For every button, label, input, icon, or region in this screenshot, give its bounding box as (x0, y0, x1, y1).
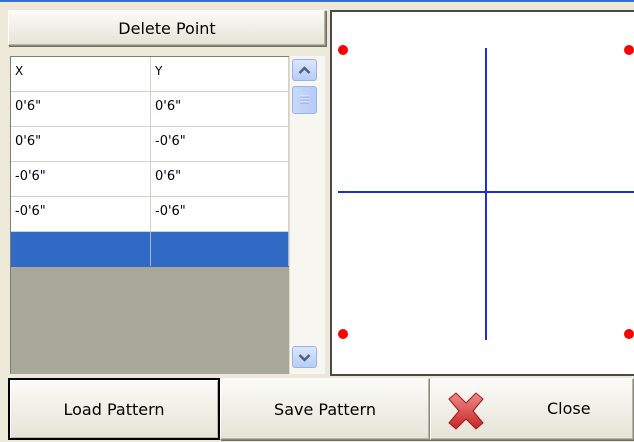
pattern-point[interactable] (338, 329, 348, 339)
delete-point-label: Delete Point (118, 18, 216, 38)
cell-x[interactable]: -0'6" (11, 197, 151, 231)
cell-y[interactable]: -0'6" (151, 127, 289, 161)
load-pattern-button[interactable]: Load Pattern (8, 378, 220, 440)
column-header-x[interactable]: X (11, 57, 151, 91)
save-pattern-button[interactable]: Save Pattern (220, 378, 430, 440)
column-header-y[interactable]: Y (151, 57, 289, 91)
table-row[interactable]: -0'6" -0'6" (11, 197, 289, 232)
cell-y[interactable]: -0'6" (151, 197, 289, 231)
pattern-preview-canvas[interactable] (330, 10, 634, 376)
chevron-down-icon (298, 353, 311, 362)
pattern-point[interactable] (624, 329, 634, 339)
chevron-up-icon (298, 65, 311, 74)
scroll-thumb[interactable] (292, 86, 317, 114)
grip-icon (300, 95, 309, 104)
table-row-selected-new[interactable] (11, 232, 289, 267)
cell-y[interactable]: 0'6" (151, 162, 289, 196)
window-top-border (0, 0, 634, 2)
scroll-down-button[interactable] (292, 346, 317, 368)
pattern-preview-svg (338, 45, 634, 340)
grid-header-row: X Y (11, 57, 289, 92)
cell-y[interactable] (151, 232, 289, 266)
close-icon (448, 392, 484, 430)
close-label: Close (547, 399, 591, 418)
pattern-point[interactable] (338, 45, 348, 55)
delete-point-button[interactable]: Delete Point (8, 10, 326, 46)
cell-x[interactable] (11, 232, 151, 266)
grid-vertical-scrollbar[interactable] (289, 56, 325, 374)
table-row[interactable]: 0'6" 0'6" (11, 92, 289, 127)
cell-x[interactable]: 0'6" (11, 92, 151, 126)
table-row[interactable]: 0'6" -0'6" (11, 127, 289, 162)
cell-x[interactable]: 0'6" (11, 127, 151, 161)
save-pattern-label: Save Pattern (274, 399, 376, 419)
load-pattern-label: Load Pattern (63, 399, 165, 419)
cell-y[interactable]: 0'6" (151, 92, 289, 126)
points-grid[interactable]: X Y 0'6" 0'6" 0'6" -0'6" -0'6" 0'6" -0'6… (10, 56, 289, 374)
close-button[interactable]: Close (430, 378, 634, 440)
cell-x[interactable]: -0'6" (11, 162, 151, 196)
pattern-point[interactable] (624, 45, 634, 55)
table-row[interactable]: -0'6" 0'6" (11, 162, 289, 197)
scroll-up-button[interactable] (292, 59, 317, 81)
